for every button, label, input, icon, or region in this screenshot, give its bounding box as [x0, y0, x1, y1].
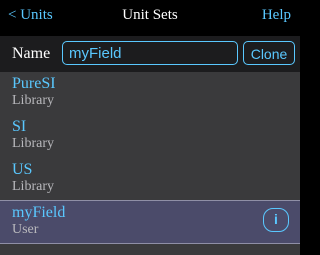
unit-set-type: Library — [12, 93, 54, 108]
info-icon[interactable]: i — [263, 208, 289, 232]
help-button[interactable]: Help — [262, 7, 291, 24]
unit-set-type: Library — [12, 179, 54, 194]
list-item-puresi[interactable]: PureSI Library — [0, 72, 300, 113]
navigation-bar: < Units Unit Sets Help — [0, 0, 300, 34]
unit-set-type: User — [12, 222, 39, 237]
unit-set-type: Library — [12, 136, 54, 151]
unit-set-name: PureSI — [12, 75, 56, 92]
unit-set-name: US — [12, 161, 33, 178]
page-title: Unit Sets — [122, 7, 178, 23]
list-item-si[interactable]: SI Library — [0, 115, 300, 156]
unit-set-name: SI — [12, 118, 27, 135]
name-row: Name Clone — [0, 36, 300, 72]
list-item-myfield-selected[interactable]: myField User i — [0, 200, 300, 244]
name-label: Name — [12, 45, 51, 62]
clone-button[interactable]: Clone — [243, 41, 295, 65]
unit-set-name-input[interactable] — [62, 41, 238, 65]
list-item-us[interactable]: US Library — [0, 158, 300, 199]
unit-set-name: myField — [12, 204, 66, 221]
unit-set-list: PureSI Library SI Library US Library myF… — [0, 72, 300, 255]
